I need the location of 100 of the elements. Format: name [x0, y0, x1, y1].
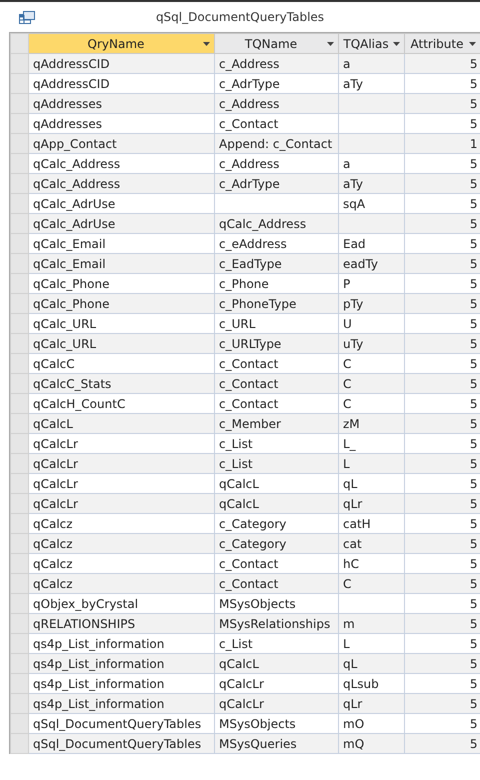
table-cell: 5 — [404, 574, 480, 594]
table-cell: qCalc_URL — [28, 334, 214, 354]
table-cell: 5 — [404, 94, 480, 114]
table-cell: qCalc_Address — [28, 174, 214, 194]
row-selector[interactable] — [10, 654, 28, 674]
table-cell: m — [338, 614, 404, 634]
table-cell: MSysQueries — [214, 734, 338, 754]
table-cell: qCalc_AdrUse — [28, 214, 214, 234]
table-cell: pTy — [338, 294, 404, 314]
datasheet-icon — [19, 11, 35, 24]
row-selector[interactable] — [10, 234, 28, 254]
table-cell: qAddressCID — [28, 54, 214, 74]
table-cell: zM — [338, 414, 404, 434]
table-cell: C — [338, 574, 404, 594]
table-cell: qApp_Contact — [28, 134, 214, 154]
column-header[interactable]: Attribute — [404, 34, 480, 54]
table-cell: qCalc_Phone — [28, 294, 214, 314]
table-cell: 5 — [404, 494, 480, 514]
table-cell: cat — [338, 534, 404, 554]
row-selector[interactable] — [10, 274, 28, 294]
row-selector[interactable] — [10, 214, 28, 234]
table-cell: uTy — [338, 334, 404, 354]
row-selector[interactable] — [10, 554, 28, 574]
row-selector[interactable] — [10, 434, 28, 454]
table-cell: 5 — [404, 694, 480, 714]
row-selector[interactable] — [10, 694, 28, 714]
table-cell: qCalcC_Stats — [28, 374, 214, 394]
table-cell: qCalcLr — [28, 454, 214, 474]
table-cell: 5 — [404, 174, 480, 194]
table-cell: qCalcLr — [28, 494, 214, 514]
table-cell: qCalcz — [28, 574, 214, 594]
table-cell: 5 — [404, 454, 480, 474]
row-selector[interactable] — [10, 594, 28, 614]
table-cell: 5 — [404, 294, 480, 314]
row-selector[interactable] — [10, 614, 28, 634]
row-selector[interactable] — [10, 314, 28, 334]
table-cell: qRELATIONSHIPS — [28, 614, 214, 634]
row-selector[interactable] — [10, 474, 28, 494]
dropdown-arrow-icon[interactable] — [203, 42, 210, 46]
row-selector[interactable] — [10, 354, 28, 374]
row-selector[interactable] — [10, 74, 28, 94]
row-selector[interactable] — [10, 334, 28, 354]
row-selector[interactable] — [10, 374, 28, 394]
row-selector[interactable] — [10, 134, 28, 154]
table-cell: qL — [338, 654, 404, 674]
row-selector[interactable] — [10, 674, 28, 694]
dropdown-arrow-icon[interactable] — [469, 42, 476, 46]
row-selector[interactable] — [10, 414, 28, 434]
table-cell: 5 — [404, 534, 480, 554]
table-cell: 5 — [404, 654, 480, 674]
row-selector[interactable] — [10, 714, 28, 734]
table-cell: qCalcLr — [214, 694, 338, 714]
row-selector[interactable] — [10, 254, 28, 274]
row-selector[interactable] — [10, 174, 28, 194]
table-cell: C — [338, 374, 404, 394]
row-selector[interactable] — [10, 94, 28, 114]
dropdown-arrow-icon[interactable] — [327, 42, 334, 46]
table-cell: qLr — [338, 494, 404, 514]
table-cell: qs4p_List_information — [28, 694, 214, 714]
row-selector[interactable] — [10, 534, 28, 554]
table-cell: 5 — [404, 374, 480, 394]
table-cell: c_Member — [214, 414, 338, 434]
table-cell: L — [338, 454, 404, 474]
table-cell: c_Category — [214, 534, 338, 554]
table-cell: 5 — [404, 734, 480, 754]
row-selector[interactable] — [10, 514, 28, 534]
table-cell: 5 — [404, 214, 480, 234]
table-cell: MSysRelationships — [214, 614, 338, 634]
table-cell: qCalcL — [28, 414, 214, 434]
table-cell: qCalcL — [214, 494, 338, 514]
row-selector[interactable] — [10, 634, 28, 654]
table-cell: c_Address — [214, 54, 338, 74]
table-cell: Append: c_Contact — [214, 134, 338, 154]
table-cell: qAddresses — [28, 94, 214, 114]
table-cell: 5 — [404, 254, 480, 274]
table-cell: c_List — [214, 454, 338, 474]
table-cell: 5 — [404, 54, 480, 74]
table-cell: 5 — [404, 334, 480, 354]
table-cell: 5 — [404, 614, 480, 634]
row-selector[interactable] — [10, 294, 28, 314]
dropdown-arrow-icon[interactable] — [393, 42, 400, 46]
row-selector[interactable] — [10, 734, 28, 754]
row-selector[interactable] — [10, 494, 28, 514]
row-selector[interactable] — [10, 454, 28, 474]
select-all-corner[interactable] — [10, 34, 28, 54]
table-cell: qCalc_Address — [214, 214, 338, 234]
table-cell: qCalc_Email — [28, 254, 214, 274]
table-cell: qSql_DocumentQueryTables — [28, 734, 214, 754]
row-selector[interactable] — [10, 54, 28, 74]
table-cell: qs4p_List_information — [28, 654, 214, 674]
table-cell: qCalcL — [214, 654, 338, 674]
row-selector[interactable] — [10, 194, 28, 214]
column-header[interactable]: QryName — [28, 34, 214, 54]
column-header[interactable]: TQName — [214, 34, 338, 54]
column-header[interactable]: TQAlias — [338, 34, 404, 54]
table-cell: qCalcz — [28, 534, 214, 554]
row-selector[interactable] — [10, 114, 28, 134]
row-selector[interactable] — [10, 154, 28, 174]
row-selector[interactable] — [10, 394, 28, 414]
row-selector[interactable] — [10, 574, 28, 594]
